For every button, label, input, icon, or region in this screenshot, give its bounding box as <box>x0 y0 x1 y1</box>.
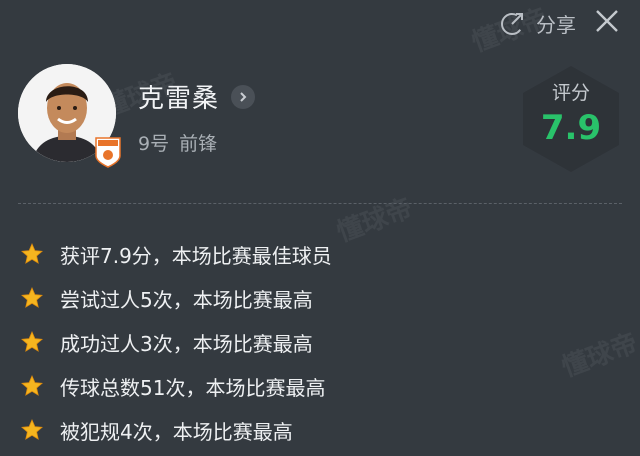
highlights-list: 获评7.9分，本场比赛最佳球员 尝试过人5次，本场比赛最高 成功过人3次，本场比… <box>20 232 332 452</box>
close-icon <box>596 10 618 32</box>
star-icon <box>21 419 43 440</box>
avatar-wrapper <box>18 64 121 168</box>
player-info: 克雷桑 9号 前锋 <box>138 78 256 156</box>
list-item: 获评7.9分，本场比赛最佳球员 <box>20 232 332 276</box>
watermark: 懂球帝 <box>558 328 640 384</box>
player-name: 克雷桑 <box>138 84 220 114</box>
top-bar: 分享 <box>500 8 620 38</box>
player-header: 克雷桑 9号 前锋 <box>18 64 256 168</box>
star-icon <box>21 331 43 352</box>
share-icon <box>501 13 523 35</box>
share-label: 分享 <box>536 12 576 37</box>
list-item: 传球总数51次，本场比赛最高 <box>20 364 332 408</box>
rating-label: 评分 <box>551 82 590 104</box>
player-position: 前锋 <box>179 133 218 155</box>
list-item: 被犯规4次，本场比赛最高 <box>20 408 332 452</box>
list-item: 尝试过人5次，本场比赛最高 <box>20 276 332 320</box>
highlight-text: 传球总数51次，本场比赛最高 <box>60 375 326 400</box>
rating-value: 7.9 <box>540 108 602 148</box>
player-name-link[interactable]: 克雷桑 <box>138 78 256 115</box>
highlight-text: 被犯规4次，本场比赛最高 <box>60 419 293 444</box>
close-button[interactable] <box>594 8 620 38</box>
chevron-right-icon <box>231 84 256 109</box>
highlight-text: 尝试过人5次，本场比赛最高 <box>60 287 313 312</box>
star-icon <box>21 375 43 396</box>
rating-badge: 评分 7.9 <box>516 64 626 174</box>
player-meta: 9号 前锋 <box>138 129 255 156</box>
list-item: 成功过人3次，本场比赛最高 <box>20 320 332 364</box>
star-icon <box>21 287 43 308</box>
player-number: 9号 <box>138 133 170 155</box>
share-button[interactable]: 分享 <box>500 9 576 38</box>
watermark: 懂球帝 <box>333 193 417 249</box>
star-icon <box>21 243 43 264</box>
highlight-text: 成功过人3次，本场比赛最高 <box>60 331 313 356</box>
divider <box>18 203 622 204</box>
highlight-text: 获评7.9分，本场比赛最佳球员 <box>60 243 332 268</box>
team-badge-icon <box>95 137 121 168</box>
